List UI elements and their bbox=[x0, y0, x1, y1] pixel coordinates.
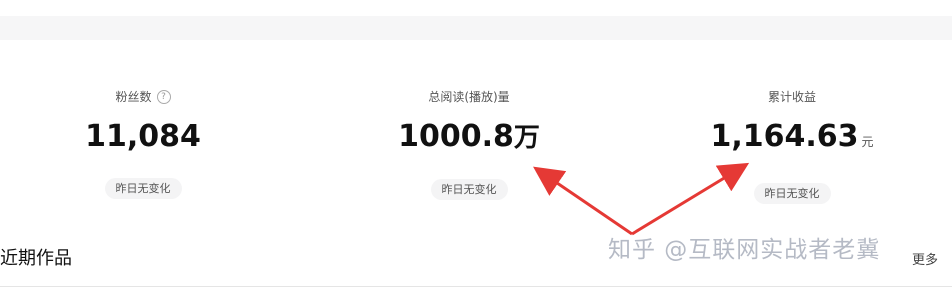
arrow-to-earnings bbox=[631, 162, 750, 236]
watermark: 知乎 @互联网实战者老冀 bbox=[608, 237, 881, 263]
divider bbox=[0, 286, 952, 287]
arrow-to-views bbox=[533, 166, 633, 236]
section-title: 近期作品 bbox=[0, 248, 72, 269]
more-link[interactable]: 更多 bbox=[912, 249, 938, 268]
